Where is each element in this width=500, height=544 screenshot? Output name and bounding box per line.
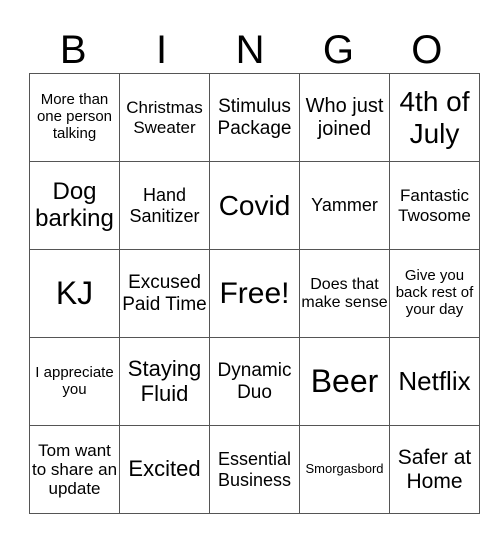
bingo-cell[interactable]: Give you back rest of your day	[389, 249, 480, 338]
bingo-cell[interactable]: Yammer	[299, 161, 390, 250]
bingo-cell free-space[interactable]: Free!	[209, 249, 300, 338]
bingo-cell[interactable]: Covid	[209, 161, 300, 250]
grid-row: Tom want to share an update Excited Esse…	[29, 425, 480, 514]
grid-row: I appreciate you Staying Fluid Dynamic D…	[29, 337, 480, 426]
bingo-cell[interactable]: Dog barking	[29, 161, 120, 250]
bingo-cell[interactable]: Netflix	[389, 337, 480, 426]
bingo-cell[interactable]: I appreciate you	[29, 337, 120, 426]
bingo-header: B I N G O	[29, 28, 471, 72]
bingo-cell[interactable]: Hand Sanitizer	[119, 161, 210, 250]
header-letter-o: O	[411, 28, 443, 72]
grid-row: KJ Excused Paid Time Free! Does that mak…	[29, 249, 480, 338]
bingo-cell[interactable]: Essential Business	[209, 425, 300, 514]
bingo-cell[interactable]: Excused Paid Time	[119, 249, 210, 338]
bingo-cell[interactable]: Christmas Sweater	[119, 73, 210, 162]
bingo-cell[interactable]: Fantastic Twosome	[389, 161, 480, 250]
bingo-cell[interactable]: Stimulus Package	[209, 73, 300, 162]
bingo-cell[interactable]: Safer at Home	[389, 425, 480, 514]
bingo-cell[interactable]: Does that make sense	[299, 249, 390, 338]
bingo-grid: More than one person talking Christmas S…	[29, 73, 480, 514]
header-letter-n: N	[235, 28, 265, 72]
header-letter-i: I	[156, 28, 168, 72]
bingo-cell[interactable]: 4th of July	[389, 73, 480, 162]
bingo-cell[interactable]: KJ	[29, 249, 120, 338]
bingo-cell[interactable]: Beer	[299, 337, 390, 426]
header-letter-b: B	[59, 28, 87, 72]
header-letter-g: G	[322, 28, 354, 72]
bingo-cell[interactable]: Smorgasbord	[299, 425, 390, 514]
bingo-cell[interactable]: More than one person talking	[29, 73, 120, 162]
bingo-cell[interactable]: Dynamic Duo	[209, 337, 300, 426]
bingo-cell[interactable]: Who just joined	[299, 73, 390, 162]
bingo-cell[interactable]: Tom want to share an update	[29, 425, 120, 514]
bingo-cell[interactable]: Excited	[119, 425, 210, 514]
bingo-cell[interactable]: Staying Fluid	[119, 337, 210, 426]
grid-row: Dog barking Hand Sanitizer Covid Yammer …	[29, 161, 480, 250]
grid-row: More than one person talking Christmas S…	[29, 73, 480, 162]
